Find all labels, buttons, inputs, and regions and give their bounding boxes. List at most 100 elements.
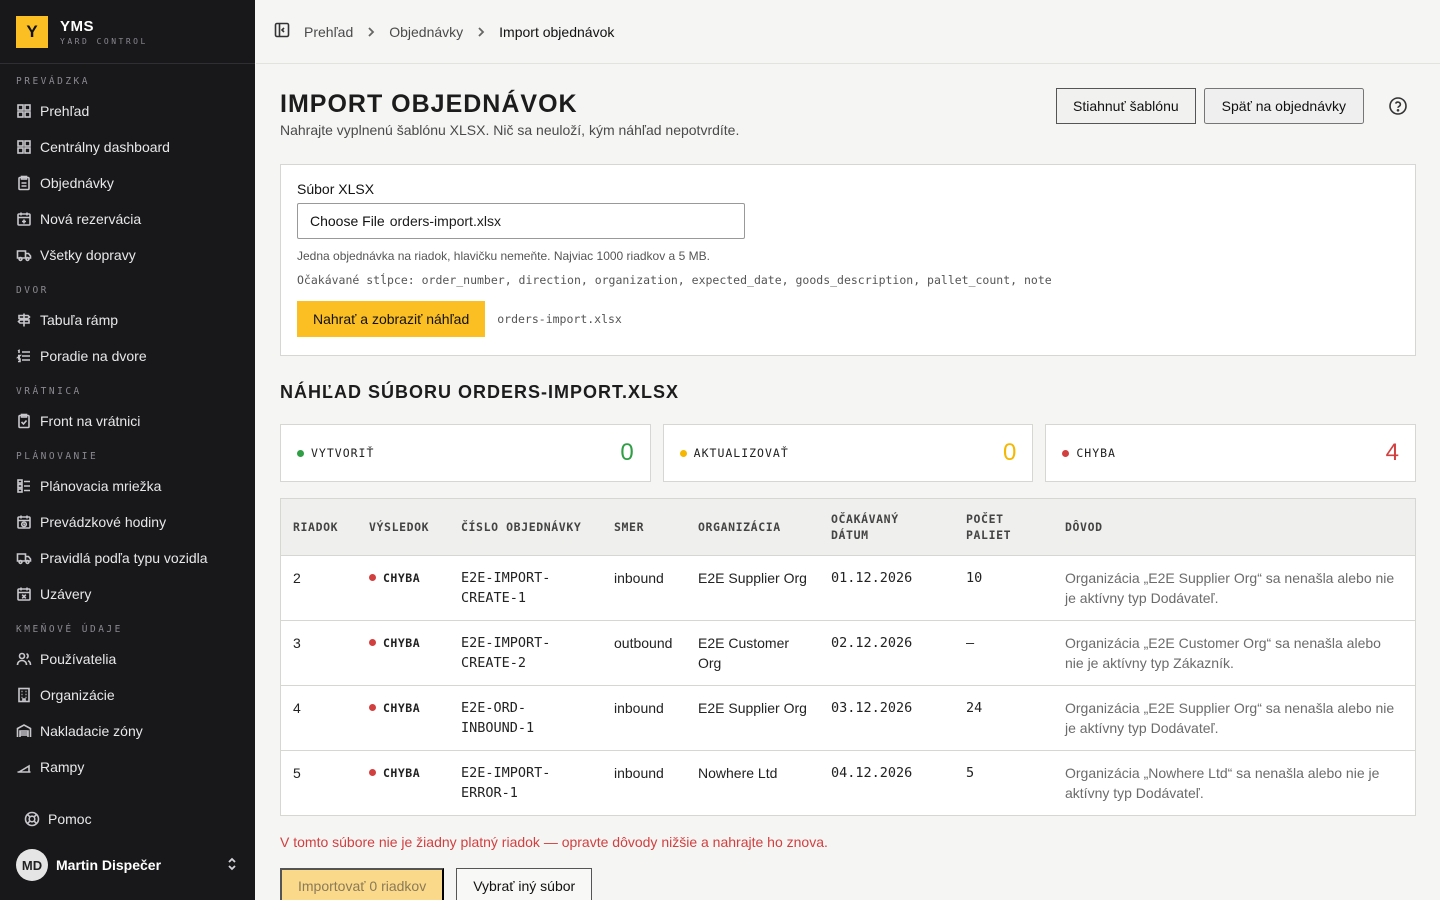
selected-file-name: orders-import.xlsx <box>389 213 501 229</box>
cell-expected-date: 01.12.2026 <box>819 555 954 621</box>
table-row: 4 CHYBA E2E-ORD-INBOUND-1 inbound E2E Suppli… <box>281 685 1415 751</box>
sidebar-item[interactable]: Prehľad <box>0 93 255 129</box>
grid-icon <box>17 140 31 154</box>
user-menu[interactable]: MD Martin Dispečer <box>0 838 255 892</box>
main: Prehľad Objednávky Import objednávok IMP… <box>256 0 1440 900</box>
sidebar-item[interactable]: Centrálny dashboard <box>0 129 255 165</box>
stat-card: AKTUALIZOVAŤ 0 <box>662 424 1034 482</box>
table-body: 2 CHYBA E2E-IMPORT-CREATE-1 inbound E2E Supp… <box>281 555 1415 815</box>
cell-order-number: E2E-IMPORT-ERROR-1 <box>461 764 551 801</box>
nav-section-title: DVOR <box>16 285 49 296</box>
list-ordered-icon <box>16 349 30 363</box>
sidebar-item-label: Všetky dopravy <box>40 247 136 263</box>
sidebar-item-label: Prevádzkové hodiny <box>40 514 167 530</box>
stat-label: CHYBA <box>1062 446 1116 460</box>
truck-icon <box>16 250 32 262</box>
help-link[interactable]: Pomoc <box>0 800 255 838</box>
cell-organization: Nowhere Ltd <box>698 764 778 781</box>
chevron-right-icon <box>475 26 487 38</box>
help-label: Pomoc <box>48 811 92 827</box>
lifebuoy-icon <box>24 811 40 827</box>
sidebar: Y YMS YARD CONTROL PREVÁDZKA Prehľad Centr… <box>0 0 255 900</box>
calendar-x-icon <box>17 587 31 601</box>
sidebar-item[interactable]: Poradie na dvore <box>0 338 255 374</box>
sidebar-item-label: Pravidlá podľa typu vozidla <box>40 550 208 566</box>
cell-row-number: 4 <box>281 685 357 751</box>
sidebar-toggle-icon[interactable] <box>274 22 290 41</box>
breadcrumb-link-overview[interactable]: Prehľad <box>304 24 353 40</box>
sidebar-item-label: Rampy <box>40 759 85 775</box>
file-input[interactable]: Choose File orders-import.xlsx <box>297 203 745 239</box>
status-dot <box>297 449 304 457</box>
column-header: RIADOK <box>281 499 357 556</box>
sidebar-item-label: Poradie na dvore <box>40 348 147 364</box>
chevrons-up-down-icon[interactable] <box>225 857 239 874</box>
column-header: SMER <box>602 499 686 556</box>
expected-columns: Očakávané stĺpce: order_number, directio… <box>297 273 1052 287</box>
stat-value: 4 <box>1385 439 1400 466</box>
upload-preview-button[interactable]: Nahrať a zobraziť náhľad <box>297 301 486 337</box>
brand[interactable]: Y YMS YARD CONTROL <box>0 0 255 64</box>
sidebar-item[interactable]: Používatelia <box>0 641 255 677</box>
cell-pallet-count: 10 <box>954 555 1053 621</box>
preview-stats: VYTVORIŤ 0 AKTUALIZOVAŤ 0 CHYBA 4 <box>280 424 1417 482</box>
cell-reason: Organizácia „Nowhere Ltd“ sa nenašla ale… <box>1065 764 1380 801</box>
help-circle-icon[interactable] <box>1388 96 1408 116</box>
cell-direction: inbound <box>602 685 686 751</box>
sidebar-item[interactable]: Front na vrátnici <box>0 403 255 439</box>
breadcrumb: Prehľad Objednávky Import objednávok <box>304 24 614 40</box>
users-icon <box>16 652 32 666</box>
sidebar-item-label: Tabuľa rámp <box>40 312 119 328</box>
back-to-orders-button[interactable]: Späť na objednávky <box>1203 88 1364 124</box>
column-header: DÔVOD <box>1053 499 1415 556</box>
column-header: OČAKÁVANÝ DÁTUM <box>819 499 954 556</box>
cell-direction: outbound <box>602 620 686 686</box>
sidebar-item[interactable]: Objednávky <box>0 165 255 201</box>
stat-card: CHYBA 4 <box>1045 424 1417 482</box>
cell-result: CHYBA <box>357 620 449 686</box>
warehouse-icon <box>16 724 32 737</box>
sidebar-item[interactable]: Nová rezervácia <box>0 201 255 237</box>
cell-expected-date: 04.12.2026 <box>831 764 913 781</box>
clipboard-icon <box>18 175 30 191</box>
sidebar-item-label: Prehľad <box>40 103 90 119</box>
upload-hint: Jedna objednávka na riadok, hlavičku nem… <box>297 249 710 263</box>
status-dot <box>369 769 376 776</box>
stat-label-text: AKTUALIZOVAŤ <box>693 446 789 460</box>
sidebar-item[interactable]: Nakladacie zóny <box>0 713 255 749</box>
signpost-icon <box>17 313 31 327</box>
sidebar-nav: PREVÁDZKA Prehľad Centrálny dashboard Objed… <box>0 64 255 800</box>
sidebar-item-label: Plánovacia mriežka <box>40 478 162 494</box>
sidebar-item[interactable]: Pravidlá podľa typu vozidla <box>0 540 255 576</box>
table-header-row: RIADOK VÝSLEDOK ČÍSLO OBJEDNÁVKY SMER ORGANI… <box>281 499 1415 556</box>
stat-card: VYTVORIŤ 0 <box>280 424 651 482</box>
sidebar-item[interactable]: Plánovacia mriežka <box>0 468 255 504</box>
status-dot <box>1062 449 1070 457</box>
sidebar-footer: Pomoc MD Martin Dispečer <box>0 800 255 900</box>
status-dot <box>369 704 376 711</box>
stat-value: 0 <box>620 439 634 466</box>
sidebar-item[interactable]: Všetky dopravy <box>0 237 255 273</box>
sidebar-item[interactable]: Rampy <box>0 749 255 785</box>
import-rows-button[interactable]: Importovať 0 riadkov <box>280 868 445 900</box>
sidebar-item[interactable]: Uzávery <box>0 576 255 612</box>
choose-file-button[interactable]: Choose File <box>310 213 385 229</box>
sidebar-item[interactable]: Prevádzkové hodiny <box>0 504 255 540</box>
breadcrumb-link-orders[interactable]: Objednávky <box>389 24 463 40</box>
avatar: MD <box>16 849 48 881</box>
sidebar-item[interactable]: Tabuľa rámp <box>0 302 255 338</box>
result-badge: CHYBA <box>383 570 421 585</box>
sidebar-item-label: Uzávery <box>40 586 92 602</box>
building-icon <box>18 687 30 703</box>
sidebar-item[interactable]: Organizácie <box>0 677 255 713</box>
cell-direction: inbound <box>614 764 664 781</box>
download-template-button[interactable]: Stiahnuť šablónu <box>1055 88 1196 124</box>
choose-other-file-button[interactable]: Vybrať iný súbor <box>456 868 593 900</box>
page-title: IMPORT OBJEDNÁVOK <box>280 90 578 118</box>
nav-section-title: PLÁNOVANIE <box>16 451 99 462</box>
cell-reason: Organizácia „E2E Supplier Org“ sa nenašl… <box>1053 685 1415 751</box>
cell-organization: E2E Supplier Org <box>686 685 819 751</box>
cell-organization: E2E Customer Org <box>686 620 819 686</box>
content: IMPORT OBJEDNÁVOK Nahrajte vyplnenú šabl… <box>280 64 1417 900</box>
cell-row-number: 2 <box>281 555 357 621</box>
